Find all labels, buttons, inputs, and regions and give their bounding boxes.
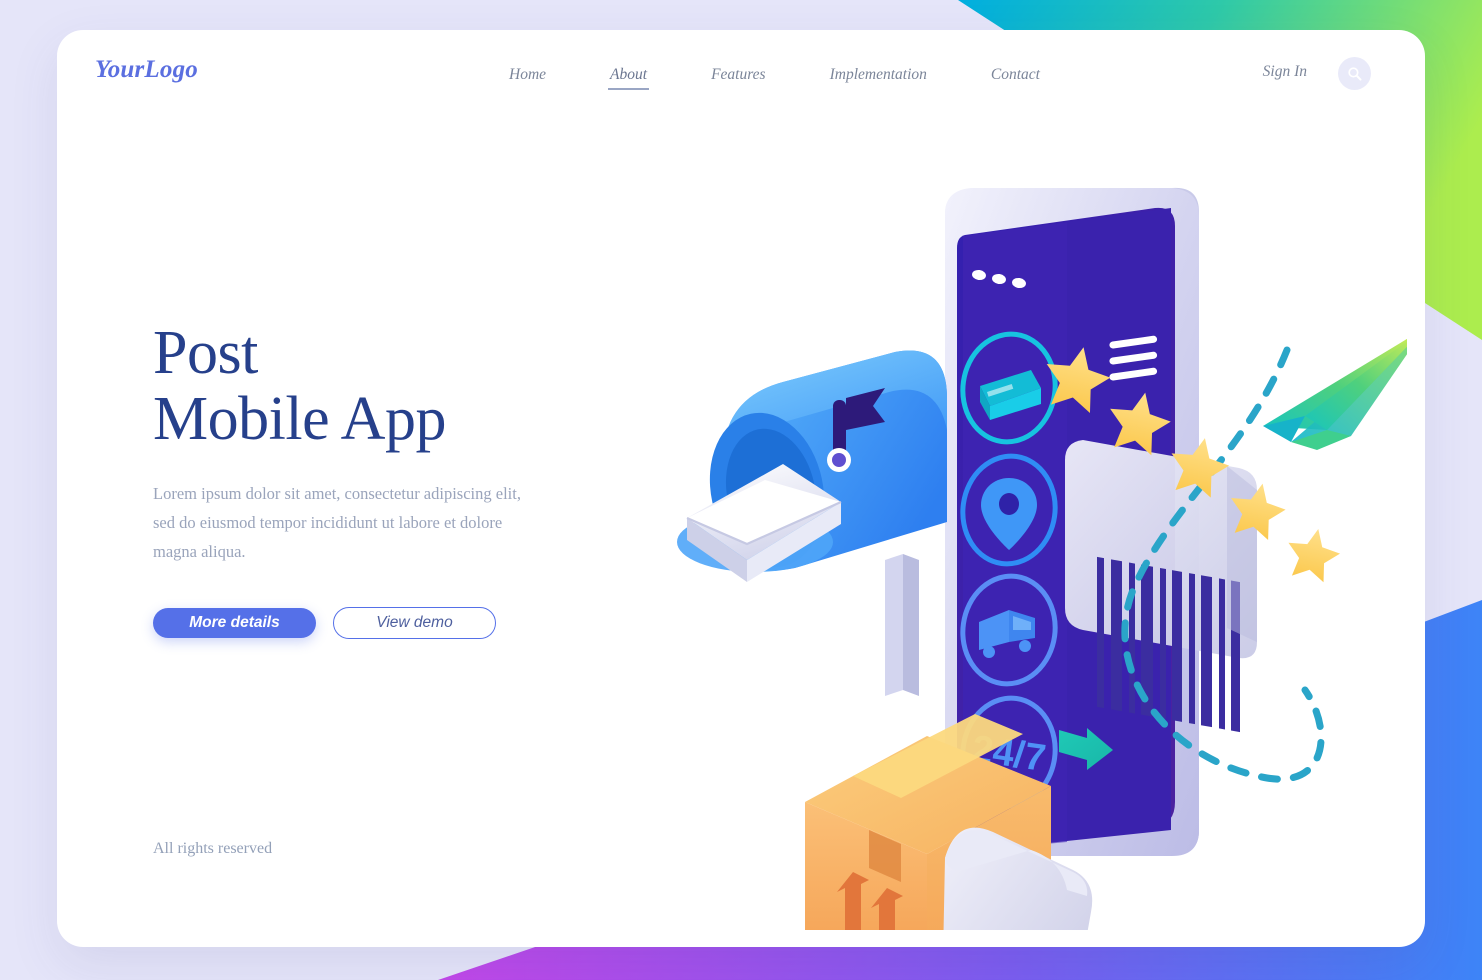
paper-plane-icon xyxy=(1263,338,1407,450)
nav-item-home[interactable]: Home xyxy=(507,62,548,90)
search-button[interactable] xyxy=(1338,57,1371,90)
rights-note: All rights reserved xyxy=(153,840,273,857)
site-header: YourLogo Home About Features Implementat… xyxy=(57,30,1425,120)
hero-illustration: 24/7 xyxy=(627,130,1407,930)
hamburger-menu-icon[interactable] xyxy=(1109,335,1158,381)
page-title: Post Mobile App xyxy=(153,320,623,453)
view-demo-button[interactable]: View demo xyxy=(333,606,496,639)
sign-in-link[interactable]: Sign In xyxy=(1263,63,1307,81)
nav-item-about[interactable]: About xyxy=(608,62,650,90)
page-card: YourLogo Home About Features Implementat… xyxy=(57,30,1425,947)
nav-item-contact[interactable]: Contact xyxy=(989,62,1042,90)
nav-item-implementation[interactable]: Implementation xyxy=(828,62,929,90)
page-title-line-1: Post xyxy=(153,319,258,387)
search-icon xyxy=(1348,67,1362,81)
hero-section: Post Mobile App Lorem ipsum dolor sit am… xyxy=(153,320,623,639)
main-navigation: Home About Features Implementation Conta… xyxy=(477,62,1072,90)
more-details-button[interactable]: More details xyxy=(153,607,316,638)
page-title-line-2: Mobile App xyxy=(153,385,446,454)
nav-item-features[interactable]: Features xyxy=(709,62,768,90)
mailbox-illustration xyxy=(677,350,947,696)
hero-paragraph: Lorem ipsum dolor sit amet, consectetur … xyxy=(153,483,521,562)
cta-group: More details View demo xyxy=(153,606,623,639)
logo[interactable]: YourLogo xyxy=(95,56,198,84)
